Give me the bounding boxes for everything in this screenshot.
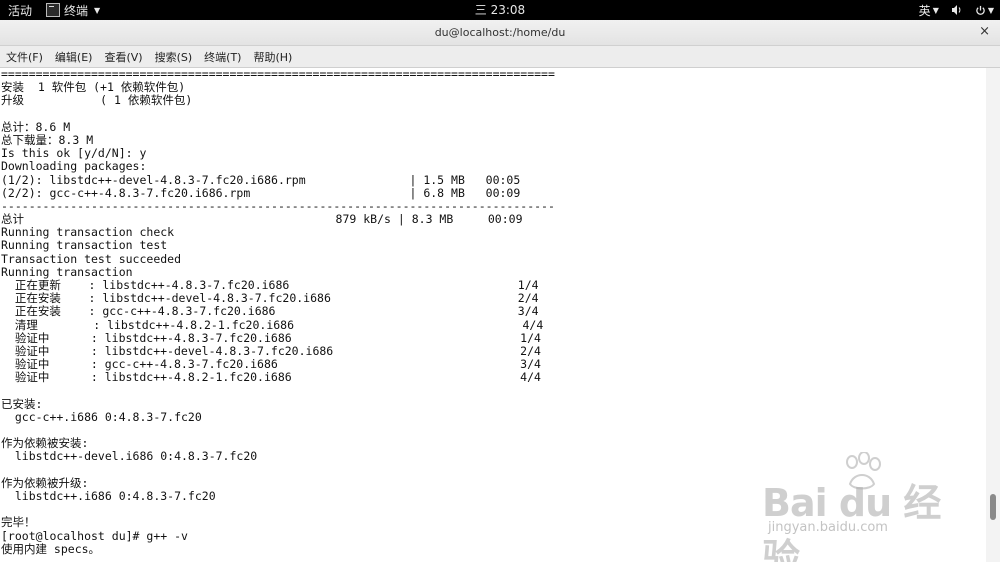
power-menu[interactable]: ▼	[975, 5, 994, 16]
activities-button[interactable]: 活动	[0, 0, 40, 20]
menu-item[interactable]: 终端(T)	[204, 49, 241, 65]
terminal-line: gcc-c++.i686 0:4.8.3-7.fc20	[1, 409, 202, 424]
scrollbar[interactable]	[986, 68, 1000, 562]
terminal-output: ========================================…	[1, 68, 986, 556]
input-method-indicator[interactable]: 英 ▼	[919, 2, 939, 19]
terminal-line: 完毕！	[1, 515, 36, 530]
terminal-line: libstdc++.i686 0:4.8.3-7.fc20	[1, 489, 216, 503]
terminal-line: Downloading packages:	[1, 159, 147, 174]
app-menu[interactable]: 终端 ▼	[40, 0, 106, 20]
chevron-down-icon: ▼	[932, 5, 939, 15]
input-method-label: 英	[918, 3, 931, 18]
terminal-line: 清理 : libstdc++-4.8.2-1.fc20.i686 4/4	[1, 317, 544, 332]
terminal-line: Transaction test succeeded	[1, 251, 182, 266]
close-icon[interactable]: ×	[979, 24, 990, 39]
terminal-line: 使用内建 specs。	[1, 541, 101, 556]
menu-item[interactable]: 帮助(H)	[253, 49, 292, 65]
terminal-line: (1/2): libstdc++-devel-4.8.3-7.fc20.i686…	[1, 172, 521, 187]
gnome-top-bar: 活动 终端 ▼ 三 23:08 英 ▼ ▼	[0, 0, 1000, 20]
terminal-line: (2/2): gcc-c++-4.8.3-7.fc20.i686.rpm | 6…	[1, 185, 521, 200]
terminal-line: 正在安装 : gcc-c++-4.8.3-7.fc20.i686 3/4	[1, 304, 539, 319]
terminal-line: 已安装:	[1, 396, 43, 411]
window-title-bar[interactable]: du@localhost:/home/du ×	[0, 20, 1000, 46]
menu-bar: 文件(F) 编辑(E) 查看(V) 搜索(S) 终端(T) 帮助(H)	[0, 46, 1000, 68]
terminal-line: 总下载量：8.3 M	[1, 132, 94, 147]
window-title: du@localhost:/home/du	[434, 26, 566, 39]
menu-item[interactable]: 文件(F)	[6, 49, 43, 65]
terminal-line: 验证中 : libstdc++-4.8.3-7.fc20.i686 1/4	[1, 330, 541, 345]
status-area: 英 ▼ ▼	[919, 0, 994, 20]
terminal-line: Is this ok [y/d/N]: y	[1, 146, 147, 161]
terminal-line: libstdc++-devel.i686 0:4.8.3-7.fc20	[1, 449, 258, 464]
chevron-down-icon: ▼	[987, 5, 994, 15]
menu-item[interactable]: 查看(V)	[104, 49, 142, 65]
app-menu-label: 终端	[64, 3, 89, 18]
menu-item[interactable]: 搜索(S)	[155, 49, 193, 65]
terminal-line: 验证中 : libstdc++-4.8.2-1.fc20.i686 4/4	[1, 370, 541, 385]
volume-icon[interactable]	[951, 4, 963, 16]
terminal-line: 升级 ( 1 依赖软件包)	[1, 93, 193, 108]
terminal-view[interactable]: ========================================…	[0, 68, 1000, 562]
scrollbar-thumb[interactable]	[990, 494, 996, 520]
power-icon	[976, 5, 985, 15]
terminal-line: 总计：8.6 M	[1, 119, 71, 134]
terminal-line: Running transaction test	[1, 238, 168, 253]
menu-item[interactable]: 编辑(E)	[55, 49, 93, 65]
clock[interactable]: 三 23:08	[475, 0, 525, 20]
chevron-down-icon: ▼	[94, 5, 101, 15]
terminal-icon	[46, 3, 61, 17]
terminal-line: [root@localhost du]# g++ -v	[1, 528, 188, 543]
